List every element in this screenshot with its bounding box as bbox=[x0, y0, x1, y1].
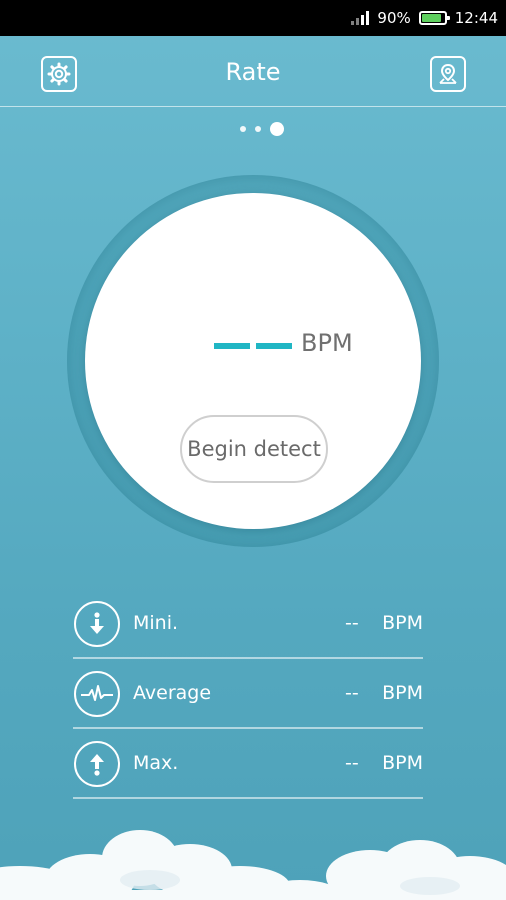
stat-unit: BPM bbox=[382, 612, 423, 634]
stat-row-minimum: Mini. -- BPM bbox=[73, 589, 423, 659]
stat-unit: BPM bbox=[382, 752, 423, 774]
stat-label: Max. bbox=[133, 752, 179, 774]
stat-value: -- bbox=[345, 612, 359, 634]
page-dot-active[interactable] bbox=[270, 122, 284, 136]
battery-level bbox=[421, 14, 442, 22]
battery-icon bbox=[418, 11, 450, 25]
arrow-up-icon bbox=[74, 741, 120, 787]
begin-detect-button[interactable]: Begin detect bbox=[180, 415, 328, 483]
signal-icon bbox=[351, 11, 370, 25]
battery-percent: 90% bbox=[377, 9, 411, 27]
clock: 12:44 bbox=[454, 9, 498, 27]
location-pin-icon bbox=[439, 63, 457, 84]
page-dot[interactable] bbox=[240, 126, 246, 132]
clouds-decoration bbox=[0, 830, 506, 900]
status-bar: 90% 12:44 bbox=[0, 0, 506, 36]
stat-row-average: Average -- BPM bbox=[73, 659, 423, 729]
stat-value: -- bbox=[345, 752, 359, 774]
bpm-value-placeholder bbox=[214, 343, 292, 349]
heartbeat-icon bbox=[74, 671, 120, 717]
stat-unit: BPM bbox=[382, 682, 423, 704]
bpm-unit-label: BPM bbox=[301, 329, 353, 357]
stat-value: -- bbox=[345, 682, 359, 704]
page-indicator[interactable] bbox=[0, 122, 506, 136]
page-dot[interactable] bbox=[255, 126, 261, 132]
stat-label: Average bbox=[133, 682, 212, 704]
arrow-down-icon bbox=[74, 601, 120, 647]
status-indicators: 90% 12:44 bbox=[351, 0, 498, 36]
app-header: Rate bbox=[0, 36, 506, 107]
stat-label: Mini. bbox=[133, 612, 179, 634]
location-button[interactable] bbox=[430, 56, 466, 92]
stat-row-maximum: Max. -- BPM bbox=[73, 729, 423, 799]
